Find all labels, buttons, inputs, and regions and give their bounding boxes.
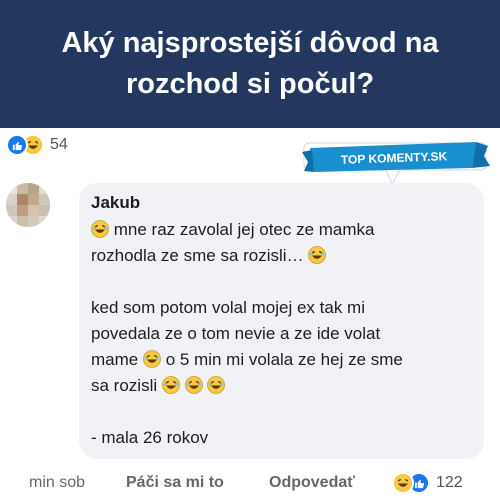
post-reactions[interactable]: 54 [6,133,68,157]
comment-text-line: o 5 min mi volala ze hej ze sme [165,350,403,369]
comment-text-line: ked som potom volal mojej ex tak mi [91,298,365,317]
comment-text-line: povedala ze o tom nevie a ze ide volat [91,324,381,343]
comment-reactions[interactable]: 122 [392,472,463,494]
comment-bubble: Jakub mne raz zavolal jej otec ze mamka … [79,183,484,459]
like-icon [6,134,28,156]
comment-line: ked som potom volal mojej ex tak mi [91,295,476,321]
laugh-emoji-icon [184,376,203,394]
comment-text-line: sa rozisli [91,376,162,395]
laugh-icon [392,472,414,494]
reply-button[interactable]: Odpovedať [269,474,355,492]
comment-text-line: - mala 26 rokov [91,428,209,447]
comment-timestamp[interactable]: min sob [29,474,85,492]
avatar[interactable] [6,183,50,227]
comment-line: povedala ze o tom nevie a ze ide volat [91,321,476,347]
laugh-emoji-icon [91,220,109,238]
laugh-emoji-icon [207,376,226,394]
comment-line: rozhodla ze sme sa rozisli… [91,243,476,269]
comment-text-line: rozhodla ze sme sa rozisli… [91,246,309,265]
laugh-emoji-icon [143,350,161,368]
like-button[interactable]: Páči sa mi to [126,474,224,492]
comment-author[interactable]: Jakub [91,193,140,213]
comment-text-line: mne raz zavolal jej otec ze mamka [113,220,375,239]
page-title: Aký najsprostejší dôvod na rozchod si po… [61,27,439,100]
laugh-emoji-icon [308,246,327,264]
comment-line: - mala 26 rokov [91,425,476,451]
comment-line: mne raz zavolal jej otec ze mamka [91,217,476,243]
reaction-count: 122 [436,474,463,491]
reaction-count: 54 [50,136,68,153]
comment-actions: min sob Páči sa mi to Odpovedať 122 [0,472,500,498]
comment-line: mame o 5 min mi volala ze hej ze sme [91,347,476,373]
laugh-emoji-icon [161,376,180,394]
comment-line: sa rozisli [91,373,476,399]
comment-text-line: mame [91,350,143,369]
comment-text: mne raz zavolal jej otec ze mamka rozhod… [91,217,476,451]
header-banner: Aký najsprostejší dôvod na rozchod si po… [0,0,500,128]
